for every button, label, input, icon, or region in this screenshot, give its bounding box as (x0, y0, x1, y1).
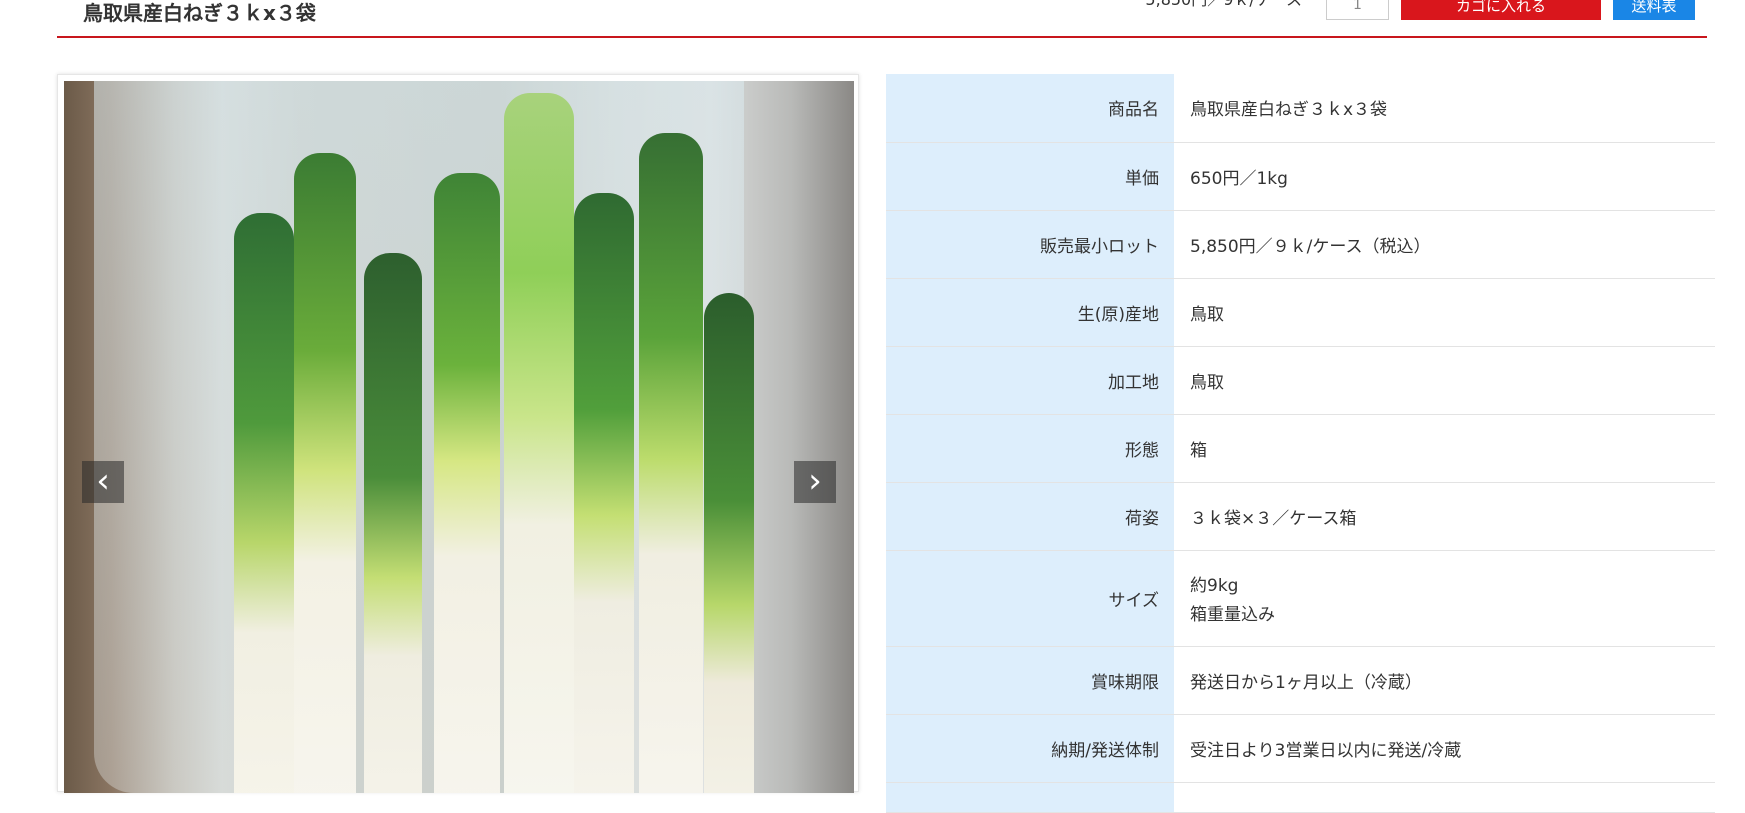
product-image-gallery: ‹ › (57, 74, 859, 793)
product-photo: ‹ › (64, 81, 854, 793)
spec-label: 荷姿 (886, 482, 1174, 551)
spec-label (886, 782, 1174, 813)
leek-stalk (434, 173, 500, 793)
spec-row: 形態 箱 (886, 414, 1715, 483)
leek-stalk (364, 253, 422, 793)
leek-stalk (704, 293, 754, 793)
spec-value: ３ｋ袋×３／ケース箱 (1174, 482, 1715, 551)
spec-label: 形態 (886, 414, 1174, 483)
spec-value-line1: 約9kg (1190, 576, 1239, 596)
leek-stalk (234, 213, 294, 793)
spec-label: 納期/発送体制 (886, 714, 1174, 783)
spec-row: 生(原)産地 鳥取 (886, 278, 1715, 347)
leek-stalk (504, 93, 574, 793)
spec-row: 加工地 鳥取 (886, 346, 1715, 415)
spec-label: 販売最小ロット (886, 210, 1174, 279)
spec-row: 納期/発送体制 受注日より3営業日以内に発送/冷蔵 (886, 714, 1715, 783)
spec-label: 商品名 (886, 74, 1174, 143)
add-to-cart-button[interactable]: カゴに入れる (1401, 0, 1601, 20)
spec-row: サイズ 約9kg 箱重量込み (886, 550, 1715, 647)
spec-value: 発送日から1ヶ月以上（冷蔵） (1174, 646, 1715, 715)
spec-row (886, 782, 1715, 813)
prev-image-button[interactable]: ‹ (82, 461, 124, 503)
spec-row: 販売最小ロット 5,850円／９ｋ/ケース（税込） (886, 210, 1715, 279)
quantity-input[interactable] (1326, 0, 1389, 20)
product-spec-table: 商品名 鳥取県産白ねぎ３ｋx３袋 単価 650円／1kg 販売最小ロット 5,8… (886, 74, 1715, 813)
spec-value: 5,850円／９ｋ/ケース（税込） (1174, 210, 1715, 279)
price-summary: 5,850円／9ｋ/ケース (1145, 0, 1302, 10)
leek-stalk (574, 193, 634, 793)
next-image-button[interactable]: › (794, 461, 836, 503)
purchase-bar: 5,850円／9ｋ/ケース カゴに入れる 送料表 (1145, 0, 1695, 20)
spec-value (1174, 782, 1715, 813)
spec-value-line2: 箱重量込み (1190, 605, 1275, 625)
spec-label: サイズ (886, 550, 1174, 647)
spec-row: 単価 650円／1kg (886, 142, 1715, 211)
spec-value: 受注日より3営業日以内に発送/冷蔵 (1174, 714, 1715, 783)
shipping-fee-button[interactable]: 送料表 (1613, 0, 1695, 20)
spec-value: 約9kg 箱重量込み (1174, 550, 1715, 647)
spec-row: 賞味期限 発送日から1ヶ月以上（冷蔵） (886, 646, 1715, 715)
spec-label: 加工地 (886, 346, 1174, 415)
spec-value: 鳥取 (1174, 346, 1715, 415)
spec-label: 生(原)産地 (886, 278, 1174, 347)
product-header: 鳥取県産白ねぎ３ｋx３袋 5,850円／9ｋ/ケース カゴに入れる 送料表 (57, 0, 1707, 38)
spec-value: 箱 (1174, 414, 1715, 483)
spec-value: 鳥取県産白ねぎ３ｋx３袋 (1174, 74, 1715, 143)
spec-value: 650円／1kg (1174, 142, 1715, 211)
spec-row: 商品名 鳥取県産白ねぎ３ｋx３袋 (886, 74, 1715, 143)
spec-row: 荷姿 ３ｋ袋×３／ケース箱 (886, 482, 1715, 551)
spec-value: 鳥取 (1174, 278, 1715, 347)
spec-label: 賞味期限 (886, 646, 1174, 715)
leek-stalk (294, 153, 356, 793)
spec-label: 単価 (886, 142, 1174, 211)
leek-stalk (639, 133, 703, 793)
page-title: 鳥取県産白ねぎ３ｋx３袋 (83, 1, 316, 25)
